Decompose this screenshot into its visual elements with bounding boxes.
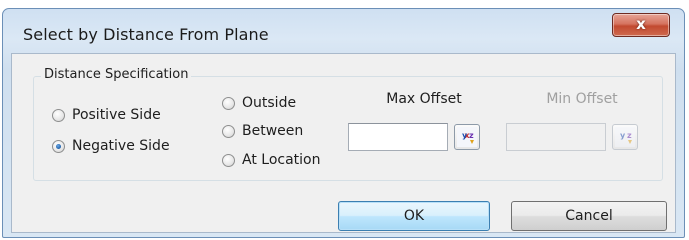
close-icon: x	[636, 15, 646, 33]
title-bar[interactable]: Select by Distance From Plane x	[3, 9, 684, 55]
outside-label: Outside	[242, 95, 297, 111]
ok-button[interactable]: OK	[338, 201, 490, 231]
radio-circle-between[interactable]	[222, 124, 235, 138]
max-offset-label: Max Offset	[386, 91, 462, 107]
at-location-radio[interactable]: At Location	[222, 151, 320, 169]
max-offset-xyz-button[interactable]: x y z	[454, 124, 480, 150]
xyz-picker-icon: y z	[615, 127, 635, 147]
radio-circle-positive-side[interactable]	[52, 108, 65, 122]
positive-side-label: Positive Side	[72, 107, 161, 123]
close-button[interactable]: x	[612, 13, 670, 37]
radio-circle-outside[interactable]	[222, 96, 235, 110]
dialog-window: Select by Distance From Plane x Distance…	[2, 8, 685, 238]
between-radio[interactable]: Between	[222, 122, 303, 140]
svg-text:y: y	[620, 131, 626, 140]
svg-text:y: y	[462, 131, 468, 140]
outside-radio[interactable]: Outside	[222, 94, 296, 112]
svg-text:z: z	[627, 131, 632, 140]
dialog-body: Distance Specification Positive Side Neg…	[11, 53, 676, 233]
positive-side-radio[interactable]: Positive Side	[52, 106, 161, 124]
min-offset-xyz-button[interactable]: y z	[612, 124, 638, 150]
svg-text:z: z	[469, 131, 474, 140]
negative-side-label: Negative Side	[72, 138, 170, 154]
max-offset-input[interactable]	[348, 123, 448, 151]
min-offset-label: Min Offset	[546, 91, 618, 107]
min-offset-input[interactable]	[506, 123, 606, 151]
radio-circle-at-location[interactable]	[222, 153, 235, 167]
cancel-button[interactable]: Cancel	[511, 201, 667, 231]
dialog-title: Select by Distance From Plane	[23, 25, 269, 44]
negative-side-radio[interactable]: Negative Side	[52, 137, 170, 155]
between-label: Between	[242, 123, 304, 139]
at-location-label: At Location	[242, 152, 321, 168]
group-legend: Distance Specification	[41, 67, 192, 82]
radio-circle-negative-side[interactable]	[52, 139, 65, 153]
xyz-picker-icon: x y z	[457, 127, 477, 147]
distance-specification-group: Distance Specification Positive Side Neg…	[33, 67, 663, 181]
